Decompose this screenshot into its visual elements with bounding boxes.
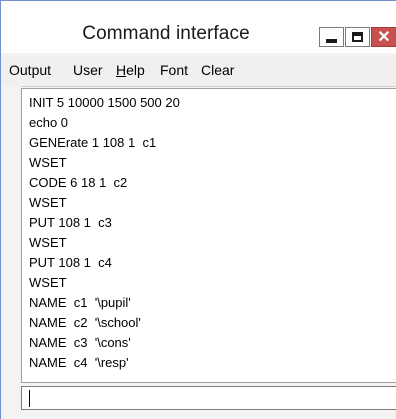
menu-font[interactable]: Font — [160, 62, 188, 78]
output-line: PUT 108 1 c4 — [29, 255, 112, 270]
output-line: WSET — [29, 235, 67, 250]
close-icon: ✕ — [377, 29, 391, 46]
minimize-button[interactable] — [319, 27, 344, 47]
output-line: echo 0 — [29, 115, 69, 130]
menu-bar: Output User Help Font Clear — [1, 56, 396, 86]
menu-divider — [21, 86, 396, 87]
output-line: INIT 5 10000 1500 500 20 — [29, 95, 180, 110]
command-input[interactable] — [21, 386, 396, 410]
title-bar[interactable]: Command interface ✕ — [1, 1, 396, 53]
window-title: Command interface — [82, 23, 250, 44]
menu-help-rest: elp — [126, 62, 145, 78]
output-line: NAME c1 '\pupil' — [29, 295, 131, 310]
menu-user[interactable]: User — [73, 62, 103, 78]
output-line: NAME c3 '\cons' — [29, 335, 131, 350]
output-line: NAME c2 '\school' — [29, 315, 141, 330]
menu-help-mnemonic: H — [116, 62, 127, 78]
minimize-icon — [326, 39, 337, 43]
maximize-button[interactable] — [345, 27, 370, 47]
output-line: WSET — [29, 195, 67, 210]
command-interface-window: Command interface ✕ Output User Help Fon… — [0, 0, 396, 419]
menu-clear[interactable]: Clear — [201, 62, 234, 78]
menu-help[interactable]: Help — [116, 62, 145, 78]
output-area[interactable]: INIT 5 10000 1500 500 20 echo 0 GENErate… — [21, 88, 396, 383]
output-line: PUT 108 1 c3 — [29, 215, 112, 230]
text-caret — [29, 390, 30, 407]
maximize-icon — [352, 32, 363, 42]
output-line: GENErate 1 108 1 c1 — [29, 135, 157, 150]
output-line: WSET — [29, 275, 67, 290]
output-line: CODE 6 18 1 c2 — [29, 175, 128, 190]
menu-output[interactable]: Output — [9, 62, 51, 78]
close-button[interactable]: ✕ — [371, 27, 396, 47]
output-line: NAME c4 '\resp' — [29, 355, 129, 370]
output-line: WSET — [29, 155, 67, 170]
